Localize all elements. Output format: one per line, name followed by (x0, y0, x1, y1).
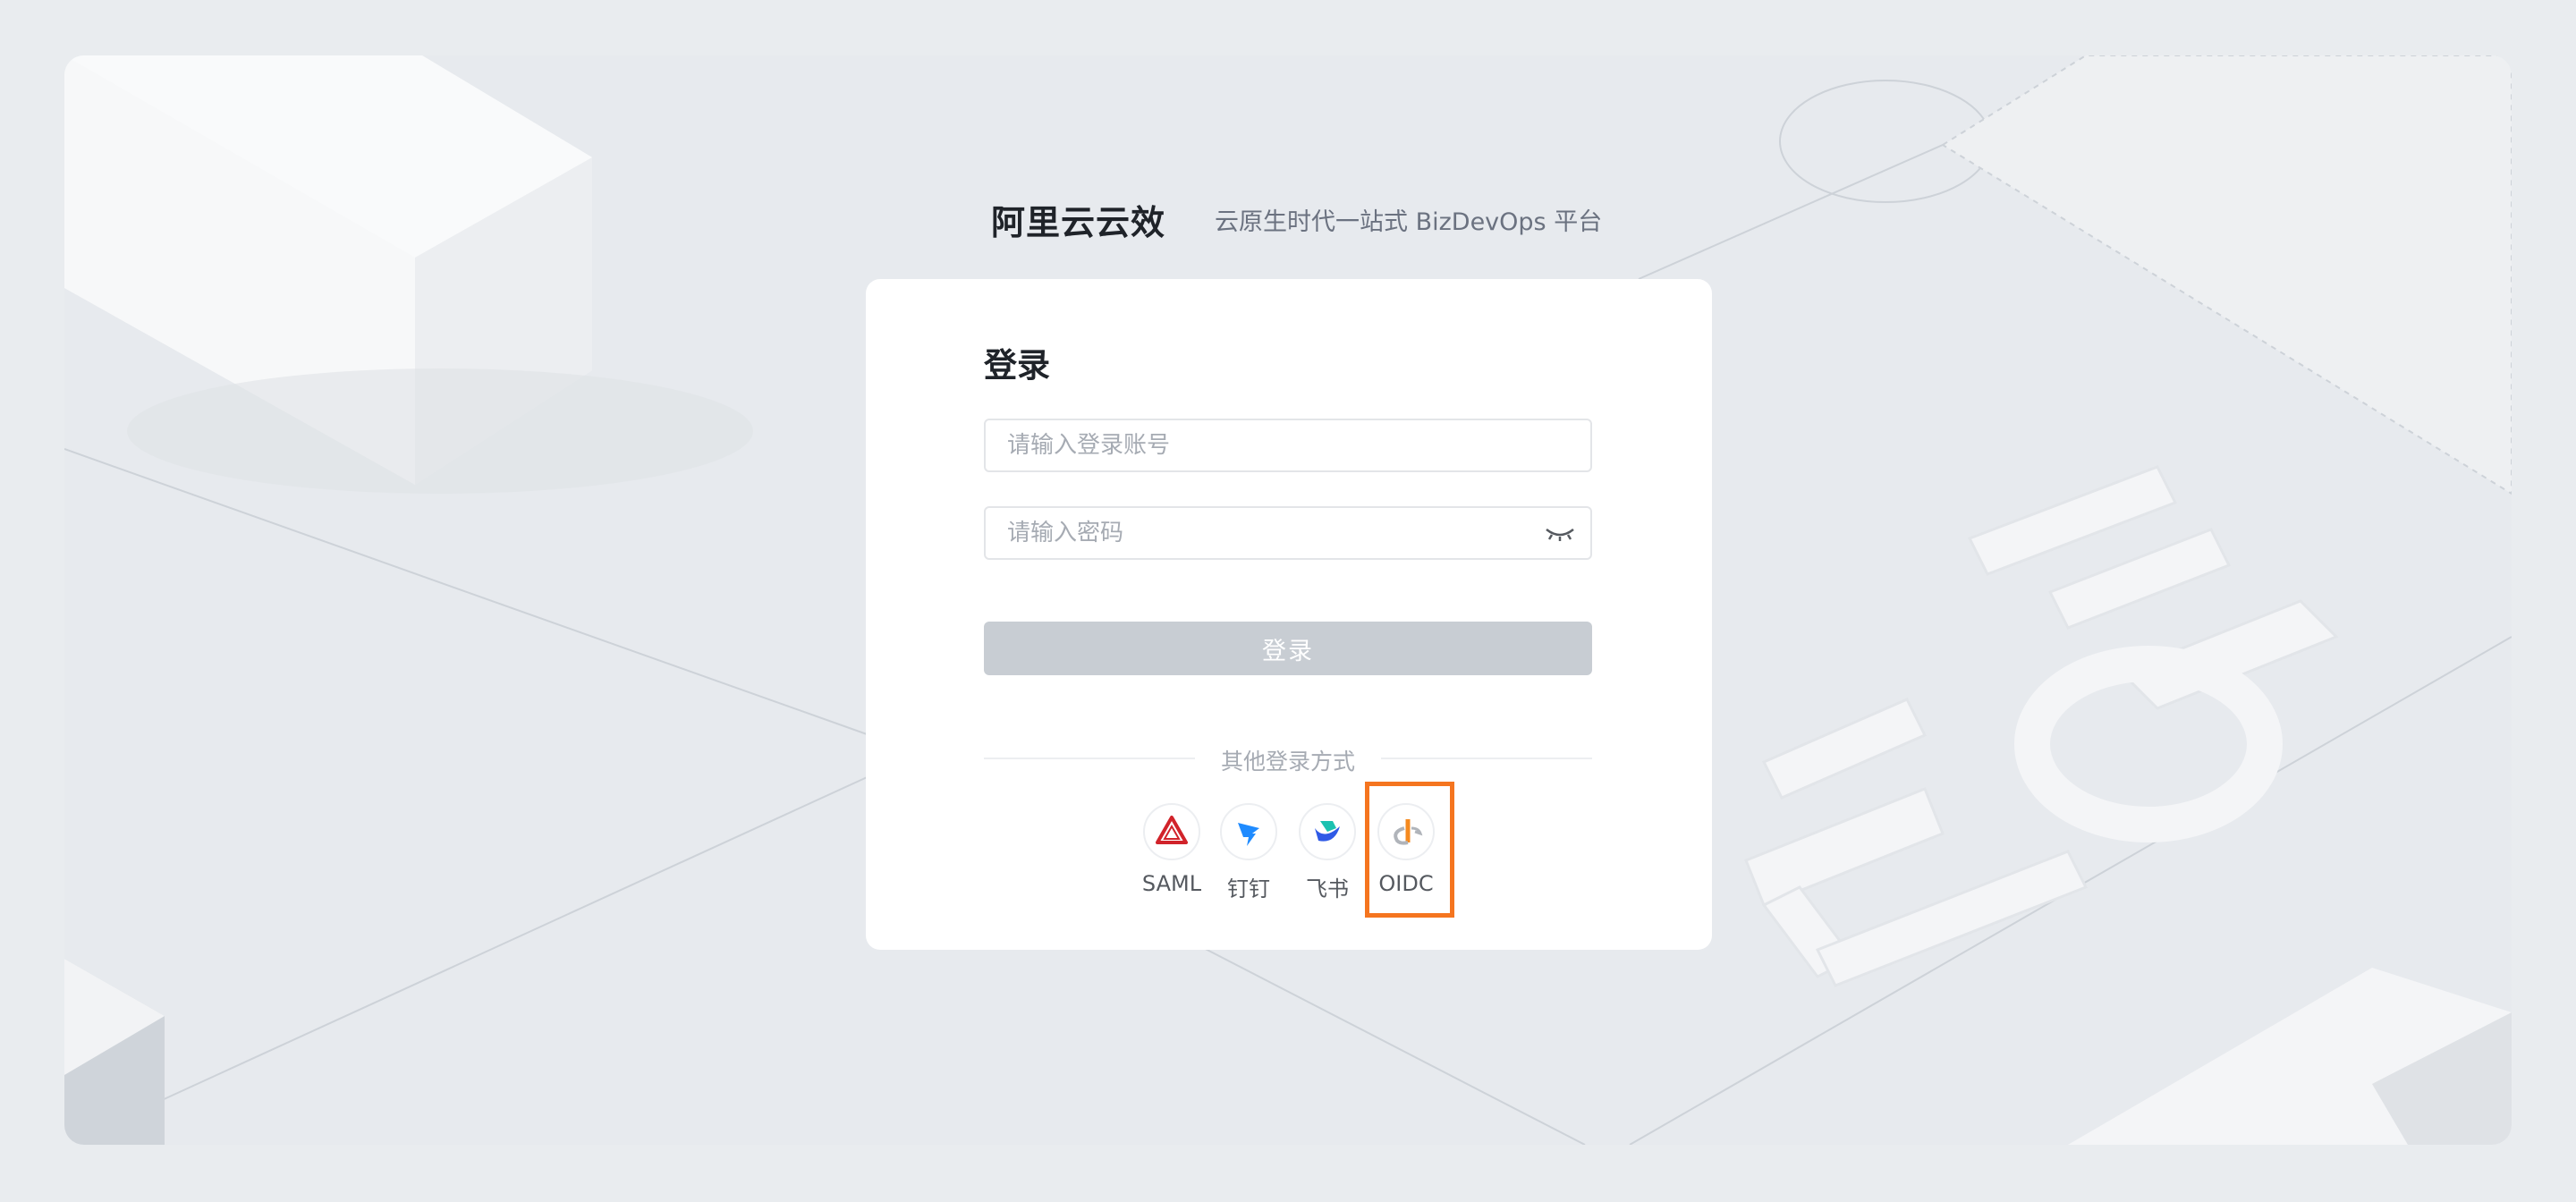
brand-header: 阿里云云效 云原生时代一站式 BizDevOps 平台 (991, 195, 1617, 249)
dingtalk-login-option[interactable]: 钉钉 (1213, 803, 1284, 910)
login-title: 登录 (984, 346, 1050, 385)
saml-login-option[interactable]: SAML (1136, 803, 1208, 910)
oidc-label: OIDC (1378, 871, 1434, 896)
saml-icon[interactable] (1143, 803, 1200, 860)
password-field[interactable] (984, 506, 1592, 560)
other-methods-label: 其他登录方式 (1220, 749, 1355, 775)
dingtalk-label: 钉钉 (1227, 876, 1270, 902)
login-button[interactable]: 登录 (984, 622, 1592, 675)
feishu-icon[interactable] (1299, 803, 1356, 860)
feishu-label: 飞书 (1306, 876, 1349, 902)
saml-label: SAML (1141, 871, 1202, 896)
divider-line-right (1381, 758, 1592, 759)
other-methods-divider: 其他登录方式 (984, 744, 1592, 775)
eye-closed-icon[interactable] (1544, 522, 1576, 546)
brand-title: 阿里云云效 (991, 203, 1166, 242)
login-card: 登录 登录 其他登录方式 SAML (866, 279, 1712, 950)
provider-list: SAML 钉钉 飞书 OIDC (1141, 803, 1445, 919)
oidc-login-option[interactable]: OIDC (1370, 803, 1442, 910)
dingtalk-icon[interactable] (1220, 803, 1277, 860)
account-field[interactable] (984, 419, 1592, 472)
account-input[interactable] (986, 420, 1590, 470)
oidc-icon[interactable] (1377, 803, 1435, 860)
brand-slogan: 云原生时代一站式 BizDevOps 平台 (1215, 208, 1603, 236)
password-input[interactable] (986, 508, 1590, 558)
feishu-login-option[interactable]: 飞书 (1292, 803, 1363, 910)
